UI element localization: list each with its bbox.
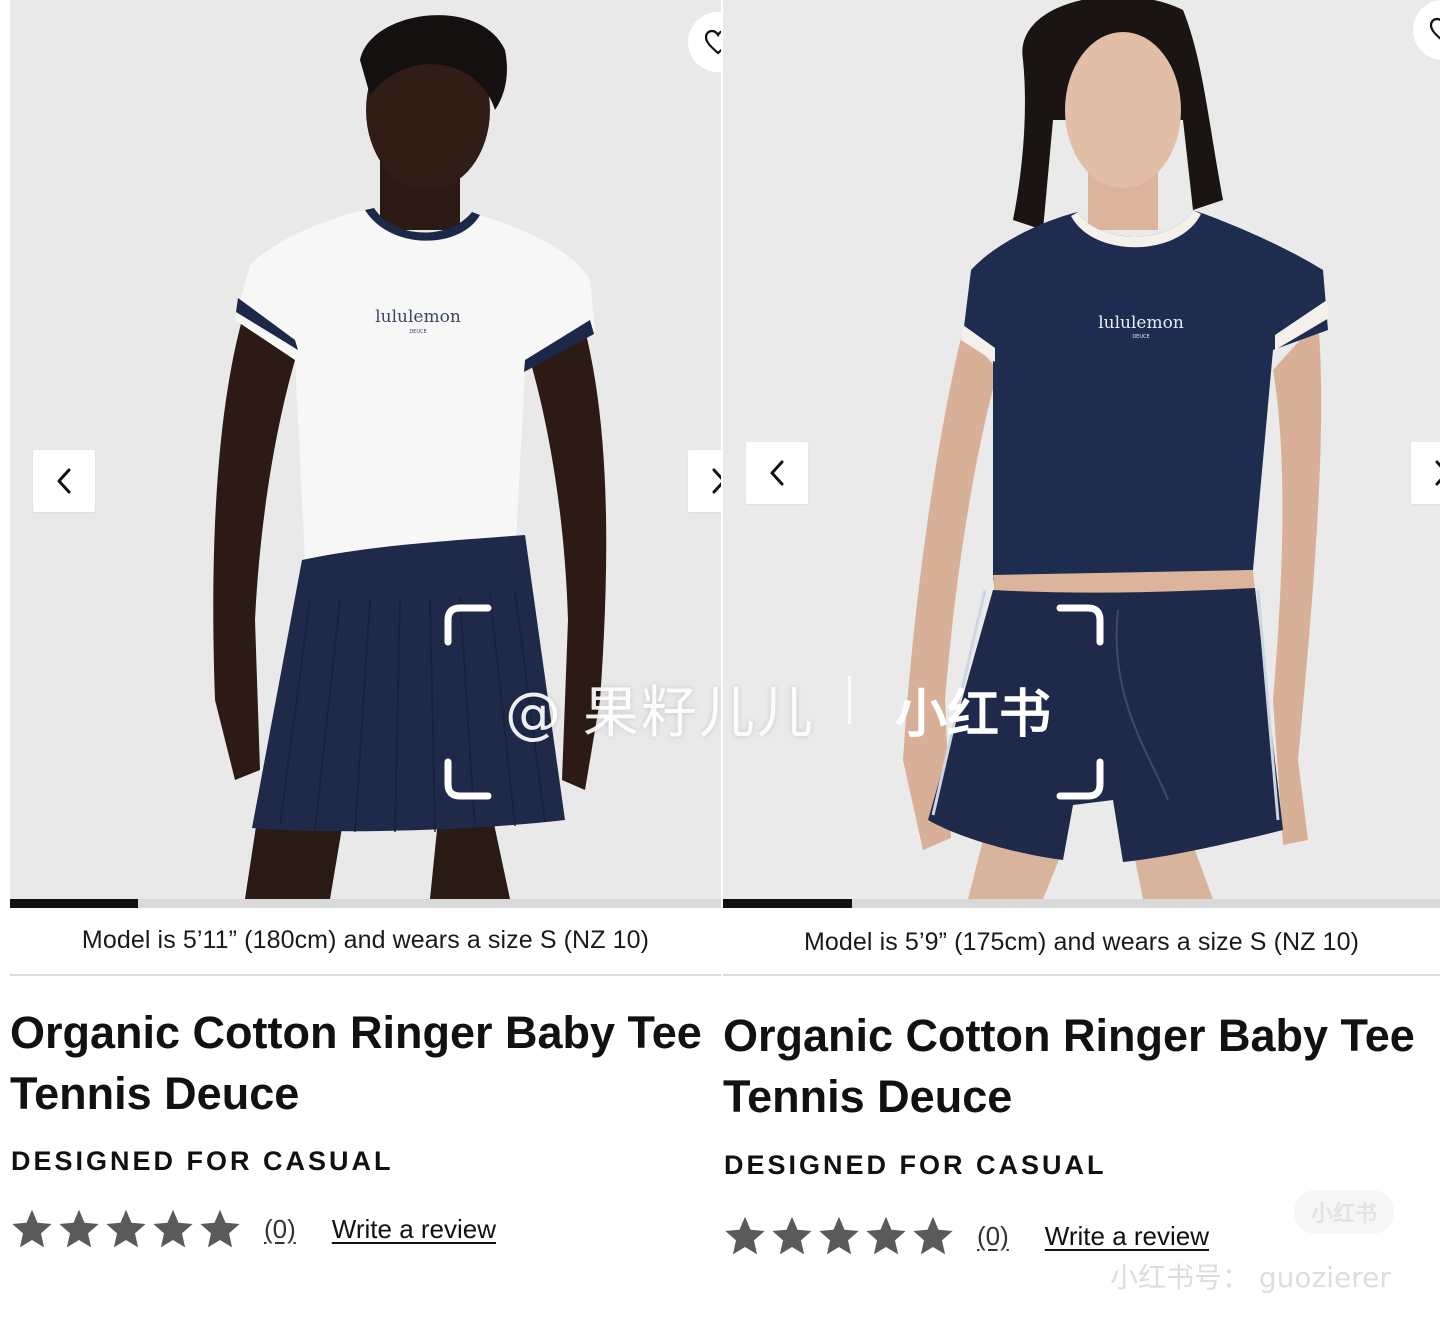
star-icon (12, 1209, 52, 1248)
write-review-link[interactable]: Write a review (1045, 1221, 1209, 1252)
star-rating[interactable] (723, 1214, 955, 1258)
divider (723, 974, 1440, 976)
star-icon (913, 1216, 953, 1255)
product-title-line-2: Tennis Deuce (10, 1068, 300, 1119)
gallery-progress-fill (723, 899, 853, 908)
star-icon (725, 1216, 765, 1255)
svg-text:lululemon: lululemon (1098, 313, 1184, 333)
write-review-link[interactable]: Write a review (332, 1214, 496, 1245)
next-image-button[interactable] (1411, 442, 1440, 504)
product-image-gallery[interactable]: lululemon DEUCE (10, 0, 721, 899)
product-title-line-1: Organic Cotton Ringer Baby Tee (10, 1007, 702, 1058)
svg-text:lululemon: lululemon (375, 307, 461, 327)
model-photo: lululemon DEUCE (10, 0, 721, 899)
chevron-right-icon (712, 468, 721, 494)
watermark-separator (848, 676, 851, 724)
product-title: Organic Cotton Ringer Baby Tee Tennis De… (723, 1005, 1440, 1127)
divider (10, 974, 721, 976)
star-icon (772, 1216, 812, 1255)
star-icon (153, 1209, 193, 1248)
star-icon (106, 1209, 146, 1248)
next-image-button[interactable] (688, 450, 721, 512)
product-card-right: lululemon DEUCE Model is 5’9” (175cm) an… (723, 0, 1440, 1324)
product-card-left: lululemon DEUCE Model is 5’11” (180cm) a… (10, 0, 721, 1324)
star-icon (819, 1216, 859, 1255)
heart-icon (1429, 17, 1440, 40)
gallery-progress-fill (10, 899, 138, 908)
star-rating[interactable] (10, 1207, 242, 1251)
product-title-line-2: Tennis Deuce (723, 1071, 1013, 1122)
product-category: DESIGNED FOR CASUAL (724, 1150, 1107, 1180)
previous-image-button[interactable] (746, 442, 808, 504)
product-title: Organic Cotton Ringer Baby Tee Tennis De… (10, 1002, 721, 1124)
watermark-user-id: 小红书号： guozierer (1110, 1261, 1391, 1294)
product-category: DESIGNED FOR CASUAL (11, 1146, 394, 1176)
gallery-progress-bar (723, 899, 1440, 908)
model-size-caption: Model is 5’11” (180cm) and wears a size … (81, 926, 650, 954)
watermark-badge: 小红书 (1294, 1190, 1394, 1234)
star-icon (866, 1216, 906, 1255)
star-icon (200, 1209, 240, 1248)
chevron-right-icon (1435, 460, 1440, 486)
star-icon (59, 1209, 99, 1248)
rating-row: (0) Write a review (723, 1211, 1209, 1261)
model-size-caption: Model is 5’9” (175cm) and wears a size S… (804, 928, 1359, 956)
chevron-left-icon (57, 468, 71, 494)
previous-image-button[interactable] (33, 450, 95, 512)
svg-text:DEUCE: DEUCE (409, 329, 426, 335)
svg-text:DEUCE: DEUCE (1132, 334, 1149, 340)
model-photo: lululemon DEUCE (723, 0, 1440, 899)
rating-row: (0) Write a review (10, 1204, 496, 1254)
chevron-left-icon (770, 460, 784, 486)
review-count-link[interactable]: (0) (977, 1221, 1009, 1252)
gallery-progress-bar (10, 899, 721, 908)
product-image-gallery[interactable]: lululemon DEUCE (723, 0, 1440, 899)
review-count-link[interactable]: (0) (264, 1214, 296, 1245)
product-title-line-1: Organic Cotton Ringer Baby Tee (723, 1010, 1415, 1061)
heart-icon (704, 29, 721, 55)
